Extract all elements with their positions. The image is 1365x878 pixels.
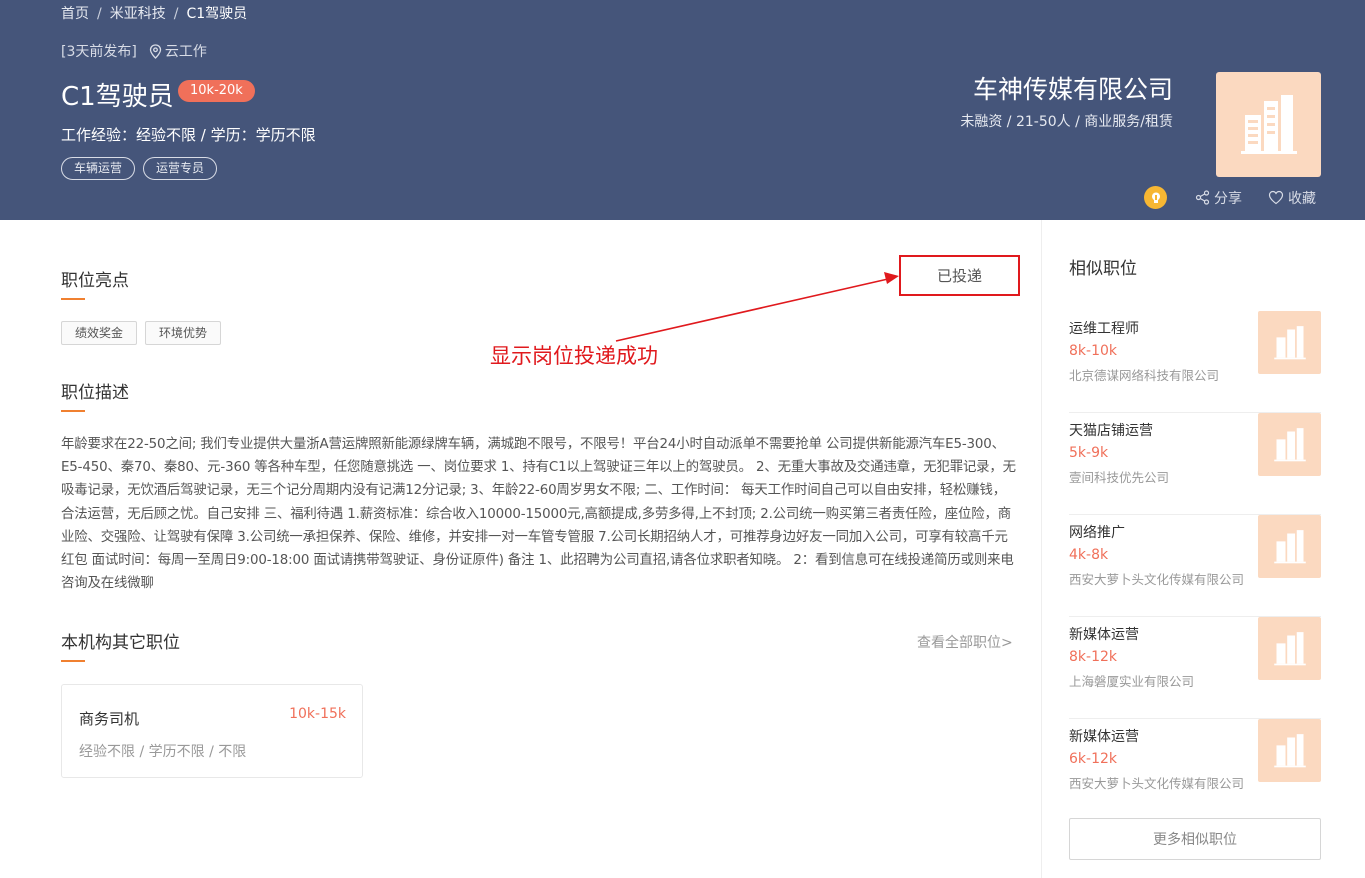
highlights-title: 职位亮点 xyxy=(61,266,129,300)
share-icon xyxy=(1195,190,1210,205)
similar-job-salary: 5k-9k xyxy=(1069,445,1109,461)
similar-job-logo xyxy=(1258,311,1321,374)
breadcrumb-current: C1驾驶员 xyxy=(186,6,248,22)
similar-job-company: 北京德谋网络科技有限公司 xyxy=(1069,368,1220,383)
similar-job-logo xyxy=(1258,413,1321,476)
similar-job-item[interactable]: 新媒体运营 6k-12k 西安大萝卜头文化传媒有限公司 xyxy=(1069,719,1321,821)
building-icon xyxy=(1240,94,1297,154)
similar-job-company: 壹间科技优先公司 xyxy=(1069,470,1170,485)
location-label: 云工作 xyxy=(164,44,207,60)
similar-job-title: 网络推广 xyxy=(1069,525,1125,541)
breadcrumb-company[interactable]: 米亚科技 xyxy=(110,3,166,23)
other-jobs-title: 本机构其它职位 xyxy=(61,628,180,662)
similar-job-company: 西安大萝卜头文化传媒有限公司 xyxy=(1069,572,1245,587)
similar-job-title: 天猫店铺运营 xyxy=(1069,423,1153,439)
job-location: 云工作 xyxy=(149,41,207,61)
heart-icon xyxy=(1268,190,1284,205)
company-logo[interactable] xyxy=(1216,72,1321,177)
share-label: 分享 xyxy=(1214,190,1242,207)
breadcrumb-home[interactable]: 首页 xyxy=(61,3,89,23)
similar-jobs-title: 相似职位 xyxy=(1069,259,1137,279)
similar-job-salary: 8k-12k xyxy=(1069,649,1117,665)
similar-job-salary: 4k-8k xyxy=(1069,547,1109,563)
job-actions: 分享 收藏 xyxy=(1144,186,1342,209)
more-similar-jobs-button[interactable]: 更多相似职位 xyxy=(1069,818,1321,860)
similar-job-title: 新媒体运营 xyxy=(1069,627,1139,643)
other-job-card[interactable]: 商务司机 10k-15k 经验不限 / 学历不限 / 不限 xyxy=(61,684,363,778)
favorite-label: 收藏 xyxy=(1288,190,1316,207)
similar-job-title: 新媒体运营 xyxy=(1069,729,1139,745)
building-icon xyxy=(1273,631,1306,665)
similar-job-logo xyxy=(1258,719,1321,782)
job-title: C1驾驶员 xyxy=(61,82,174,112)
building-icon xyxy=(1273,427,1306,461)
highlight-chip: 绩效奖金 xyxy=(61,321,138,345)
job-header: 首页 / 米亚科技 / C1驾驶员 [3天前发布] 云工作 C1驾驶员 10k-20k … xyxy=(0,0,1365,220)
breadcrumb: 首页 / 米亚科技 / C1驾驶员 xyxy=(61,3,247,23)
sidebar-divider xyxy=(1041,220,1042,878)
other-job-title: 商务司机 xyxy=(79,710,140,728)
posted-time: [3天前发布] xyxy=(61,44,137,60)
location-pin-icon xyxy=(149,43,161,59)
similar-job-logo xyxy=(1258,515,1321,578)
description-title: 职位描述 xyxy=(61,378,129,412)
similar-job-item[interactable]: 新媒体运营 8k-12k 上海磐厦实业有限公司 xyxy=(1069,617,1321,719)
similar-job-company: 西安大萝卜头文化传媒有限公司 xyxy=(1069,776,1245,791)
similar-job-salary: 8k-10k xyxy=(1069,343,1117,359)
job-requirements: 工作经验：经验不限 / 学历：学历不限 xyxy=(61,126,316,144)
similar-job-title: 运维工程师 xyxy=(1069,321,1139,337)
other-job-salary: 10k-15k xyxy=(289,706,346,722)
highlight-chip: 环境优势 xyxy=(145,321,222,345)
job-tag: 车辆运营 xyxy=(61,157,136,180)
similar-job-logo xyxy=(1258,617,1321,680)
job-tag: 运营专员 xyxy=(143,157,218,180)
similar-job-item[interactable]: 运维工程师 8k-10k 北京德谋网络科技有限公司 xyxy=(1069,311,1321,413)
similar-job-item[interactable]: 网络推广 4k-8k 西安大萝卜头文化传媒有限公司 xyxy=(1069,515,1321,617)
breadcrumb-separator: / xyxy=(173,6,179,22)
job-meta-line: [3天前发布] 云工作 xyxy=(61,41,207,61)
company-meta: 未融资 / 21-50人 / 商业服务/租赁 xyxy=(960,114,1173,130)
job-description: 年龄要求在22-50之间; 我们专业提供大量浙A营运牌照新能源绿牌车辆，满城跑不… xyxy=(61,437,1016,592)
company-name[interactable]: 车神传媒有限公司 xyxy=(973,70,1173,106)
other-job-meta: 经验不限 / 学历不限 / 不限 xyxy=(79,744,247,760)
highlight-chips: 绩效奖金 环境优势 xyxy=(61,321,222,345)
annotation-text: 显示岗位投递成功 xyxy=(490,344,658,368)
job-tags: 车辆运营 运营专员 xyxy=(61,157,218,180)
share-button[interactable]: 分享 xyxy=(1195,188,1242,208)
favorite-button[interactable]: 收藏 xyxy=(1268,188,1316,208)
applied-button[interactable]: 已投递 xyxy=(899,255,1020,296)
building-icon xyxy=(1273,325,1306,359)
similar-job-item[interactable]: 天猫店铺运营 5k-9k 壹间科技优先公司 xyxy=(1069,413,1321,515)
similar-job-salary: 6k-12k xyxy=(1069,751,1117,767)
salary-badge: 10k-20k xyxy=(178,80,255,102)
building-icon xyxy=(1273,529,1306,563)
similar-job-company: 上海磐厦实业有限公司 xyxy=(1069,674,1195,689)
building-icon xyxy=(1273,733,1306,767)
lightbulb-icon[interactable] xyxy=(1144,186,1167,209)
view-all-jobs-link[interactable]: 查看全部职位> xyxy=(917,632,1013,652)
breadcrumb-separator: / xyxy=(97,6,102,22)
